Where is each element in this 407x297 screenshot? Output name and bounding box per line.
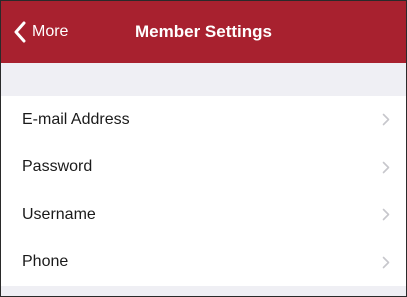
navigation-bar: More Member Settings	[1, 1, 406, 63]
chevron-right-icon	[382, 256, 390, 269]
settings-list: E-mail Address Password Username Phone	[1, 96, 406, 286]
chevron-left-icon	[14, 21, 26, 43]
chevron-right-icon	[382, 113, 390, 126]
back-button[interactable]: More	[13, 19, 68, 45]
settings-row-label: Phone	[22, 253, 69, 271]
settings-row-password[interactable]: Password	[1, 144, 406, 192]
chevron-right-icon	[382, 208, 390, 221]
chevron-right-icon	[382, 161, 390, 174]
page-title: Member Settings	[135, 22, 272, 41]
settings-row-username[interactable]: Username	[1, 191, 406, 239]
settings-row-phone[interactable]: Phone	[1, 239, 406, 287]
settings-row-label: Password	[22, 158, 93, 176]
screen: More Member Settings E-mail Address Pass…	[0, 0, 407, 297]
section-spacer-bottom	[1, 286, 406, 296]
section-spacer	[1, 63, 406, 96]
settings-row-label: E-mail Address	[22, 110, 130, 128]
back-button-label: More	[32, 23, 69, 40]
settings-row-label: Username	[22, 205, 96, 223]
settings-row-email[interactable]: E-mail Address	[1, 96, 406, 144]
